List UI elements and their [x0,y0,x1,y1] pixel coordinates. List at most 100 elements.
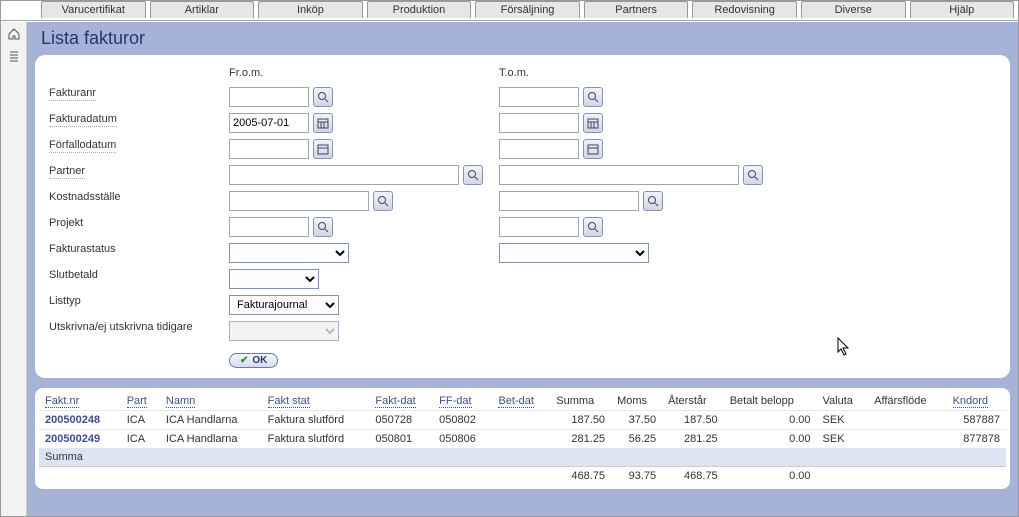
result-panel: Fakt.nr Part Namn Fakt stat Fakt-dat FF-… [35,388,1010,489]
menu-inkop[interactable]: Inköp [258,1,363,18]
fakturadatum-from-input[interactable] [229,113,309,133]
menu-produktion[interactable]: Produktion [367,1,472,18]
result-table: Fakt.nr Part Namn Fakt stat Fakt-dat FF-… [39,392,1006,485]
cell-betdat [492,411,550,430]
cell-aterstar: 187.50 [662,411,724,430]
th-summa[interactable]: Summa [550,392,611,411]
table-row[interactable]: 200500248 ICA ICA Handlarna Faktura slut… [39,411,1006,430]
calendar-icon[interactable] [313,113,333,133]
cell-ffdat: 050802 [433,411,492,430]
th-kndord[interactable]: Kndord [947,392,1006,411]
cell-affar [868,411,946,430]
cell-moms: 37.50 [611,411,662,430]
fakturanr-to-input[interactable] [499,87,579,107]
label-slutbetald: Slutbetald [49,269,98,281]
table-row[interactable]: 200500249 ICA ICA Handlarna Faktura slut… [39,430,1006,449]
listtyp-select[interactable]: Fakturajournal [229,295,339,315]
total-betalt: 0.00 [724,467,817,486]
search-icon[interactable] [583,87,603,107]
label-partner: Partner [49,165,85,179]
projekt-from-input[interactable] [229,217,309,237]
slutbetald-select[interactable] [229,269,319,289]
menu-partners[interactable]: Partners [584,1,689,18]
cell-valuta: SEK [817,430,869,449]
menu-artiklar[interactable]: Artiklar [150,1,255,18]
kostnad-to-input[interactable] [499,191,639,211]
menu-diverse[interactable]: Diverse [801,1,906,18]
th-aterstar[interactable]: Återstår [662,392,724,411]
th-faktdat[interactable]: Fakt-dat [369,392,433,411]
main-area: Lista fakturor Fr.o.m. T.o.m. Fakturanr … [27,22,1018,516]
calendar-icon[interactable] [583,113,603,133]
cell-aterstar: 281.25 [662,430,724,449]
col-from: Fr.o.m. [229,67,499,81]
cell-summa: 187.50 [550,411,611,430]
th-part[interactable]: Part [121,392,160,411]
th-valuta[interactable]: Valuta [817,392,869,411]
forfallodatum-from-input[interactable] [229,139,309,159]
cell-faktnr[interactable]: 200500249 [39,430,121,449]
menu-varucertifikat[interactable]: Varucertifikat [41,1,146,18]
menu-forsaljning[interactable]: Försäljning [475,1,580,18]
th-moms[interactable]: Moms [611,392,662,411]
th-faktstat[interactable]: Fakt stat [262,392,370,411]
sidebar [1,22,27,517]
th-ffdat[interactable]: FF-dat [433,392,492,411]
cell-part: ICA [121,411,160,430]
fakturastatus-to-select[interactable] [499,243,649,263]
list-icon[interactable] [6,48,22,64]
search-icon[interactable] [313,87,333,107]
totals-row: 468.75 93.75 468.75 0.00 [39,467,1006,486]
label-projekt: Projekt [49,217,83,229]
cell-faktdat: 050801 [369,430,433,449]
search-icon[interactable] [743,165,763,185]
search-icon[interactable] [313,217,333,237]
partner-to-input[interactable] [499,165,739,185]
th-namn[interactable]: Namn [160,392,262,411]
search-icon[interactable] [583,217,603,237]
cell-faktdat: 050728 [369,411,433,430]
menu-redovisning[interactable]: Redovisning [692,1,797,18]
th-betalt[interactable]: Betalt belopp [724,392,817,411]
fakturanr-from-input[interactable] [229,87,309,107]
filter-panel: Fr.o.m. T.o.m. Fakturanr Fakturadatum [35,55,1010,378]
th-betdat[interactable]: Bet-dat [492,392,550,411]
kostnad-from-input[interactable] [229,191,369,211]
cell-faktstat: Faktura slutförd [262,411,370,430]
menu-hjalp[interactable]: Hjälp [910,1,1015,18]
utskrivna-select [229,321,339,341]
page-title: Lista fakturor [41,28,1010,49]
th-faktnr[interactable]: Fakt.nr [39,392,121,411]
fakturastatus-from-select[interactable] [229,243,349,263]
cell-betdat [492,430,550,449]
ok-label: OK [252,355,267,366]
cell-part: ICA [121,430,160,449]
label-listtyp: Listtyp [49,295,81,307]
sum-label: Summa [39,448,1006,467]
total-aterstar: 468.75 [662,467,724,486]
cell-ffdat: 050806 [433,430,492,449]
label-kostnadsstalle: Kostnadsställe [49,191,121,203]
partner-from-input[interactable] [229,165,459,185]
cell-betalt: 0.00 [724,411,817,430]
label-fakturastatus: Fakturastatus [49,243,116,255]
ok-button[interactable]: ✔ OK [229,353,278,368]
col-to: T.o.m. [499,67,769,81]
search-icon[interactable] [463,165,483,185]
cell-faktnr[interactable]: 200500248 [39,411,121,430]
cell-betalt: 0.00 [724,430,817,449]
fakturadatum-to-input[interactable] [499,113,579,133]
check-icon: ✔ [240,355,248,366]
home-icon[interactable] [6,26,22,42]
search-icon[interactable] [373,191,393,211]
label-fakturadatum: Fakturadatum [49,113,117,127]
search-icon[interactable] [643,191,663,211]
forfallodatum-to-input[interactable] [499,139,579,159]
calendar-icon[interactable] [313,139,333,159]
label-utskrivna: Utskrivna/ej utskrivna tidigare [49,321,193,333]
calendar-icon[interactable] [583,139,603,159]
projekt-to-input[interactable] [499,217,579,237]
th-affar[interactable]: Affärsflöde [868,392,946,411]
cell-affar [868,430,946,449]
cell-moms: 56.25 [611,430,662,449]
